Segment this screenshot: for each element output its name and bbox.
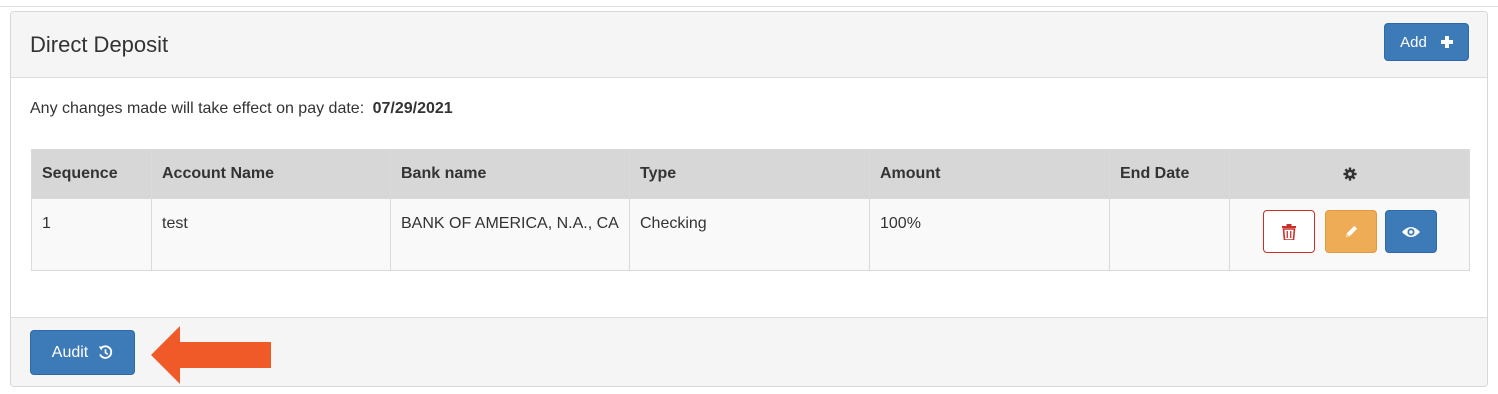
column-header-actions — [1229, 149, 1470, 199]
add-button[interactable]: Add — [1384, 23, 1469, 61]
column-header-account-name: Account Name — [151, 149, 391, 199]
notice-text: Any changes made will take effect on pay… — [30, 100, 365, 117]
trash-icon — [1282, 223, 1296, 240]
cell-bank-name: BANK OF AMERICA, N.A., CA — [390, 198, 630, 271]
column-header-sequence: Sequence — [31, 149, 152, 199]
add-button-label: Add — [1400, 33, 1427, 51]
column-header-end-date: End Date — [1109, 149, 1230, 199]
gear-icon — [1342, 167, 1357, 181]
column-header-amount: Amount — [869, 149, 1110, 199]
view-button[interactable] — [1385, 210, 1437, 253]
edit-button[interactable] — [1325, 210, 1377, 253]
eye-icon — [1402, 226, 1420, 237]
history-icon — [98, 345, 113, 359]
direct-deposit-table: Sequence Account Name Bank name Type Amo… — [31, 149, 1470, 271]
pencil-icon — [1345, 225, 1357, 238]
audit-button-label: Audit — [51, 343, 89, 361]
pay-date: 07/29/2021 — [372, 100, 453, 117]
direct-deposit-panel: Direct Deposit Add Any changes made will… — [10, 11, 1488, 387]
column-header-type: Type — [629, 149, 870, 199]
column-header-bank-name: Bank name — [390, 149, 630, 199]
annotation-arrow-icon — [151, 326, 271, 384]
cell-type: Checking — [629, 198, 870, 271]
panel-title: Direct Deposit — [30, 32, 169, 57]
panel-footer: Audit — [11, 317, 1487, 386]
cell-sequence: 1 — [31, 198, 152, 271]
pay-date-notice: Any changes made will take effect on pay… — [30, 100, 453, 118]
audit-button[interactable]: Audit — [30, 330, 135, 375]
delete-button[interactable] — [1263, 210, 1315, 253]
table-header-row: Sequence Account Name Bank name Type Amo… — [31, 149, 1470, 199]
cell-account-name: test — [151, 198, 391, 271]
panel-heading: Direct Deposit Add — [11, 12, 1487, 78]
plus-icon — [1440, 36, 1453, 48]
outer-top-bar — [0, 0, 1498, 7]
cell-actions — [1229, 198, 1470, 271]
cell-end-date — [1109, 198, 1230, 271]
cell-amount: 100% — [869, 198, 1110, 271]
table-row: 1 test BANK OF AMERICA, N.A., CA Checkin… — [31, 198, 1470, 271]
